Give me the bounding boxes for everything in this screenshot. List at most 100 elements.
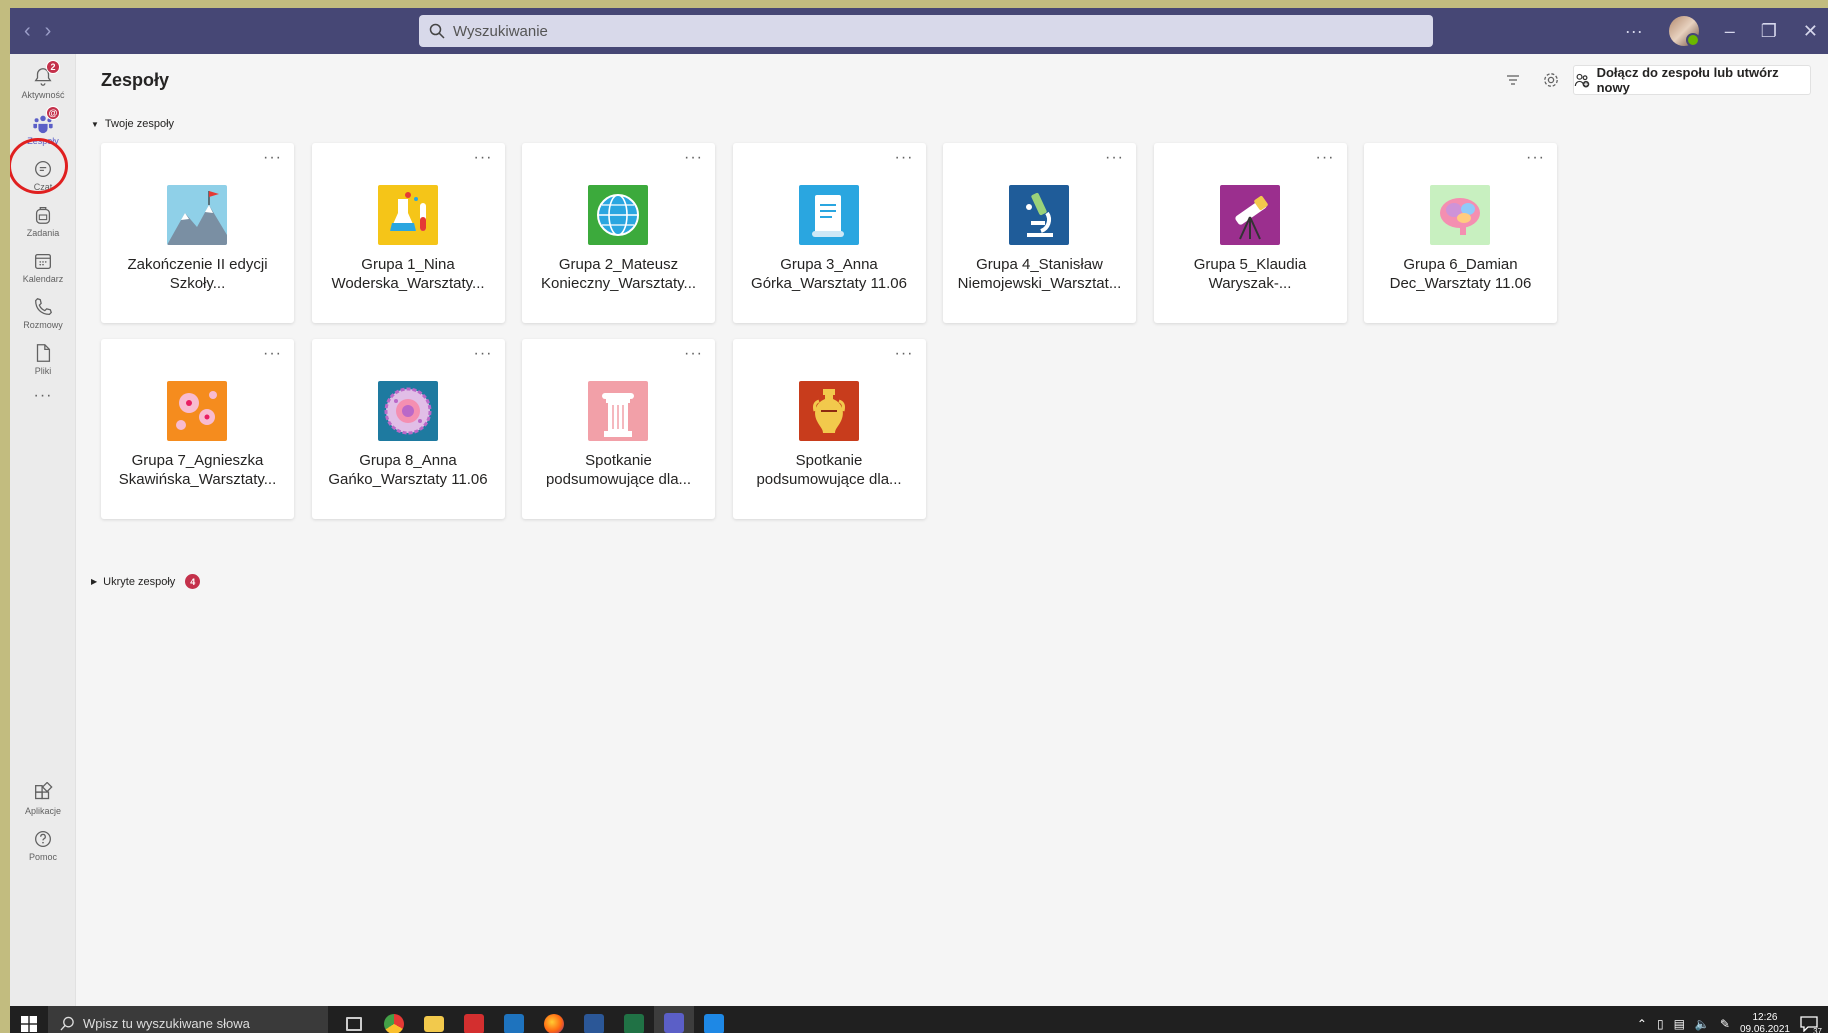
team-more-options-icon[interactable]: ··· [474, 149, 493, 167]
brain-icon [1430, 185, 1490, 245]
back-arrow-icon[interactable]: ‹ [24, 20, 31, 43]
start-button[interactable] [10, 1015, 48, 1032]
team-more-options-icon[interactable]: ··· [263, 345, 282, 363]
gear-icon[interactable] [1542, 71, 1560, 89]
mention-badge: @ [46, 106, 60, 120]
team-card[interactable]: ··· Spotkanie podsumowujące dla... [522, 339, 715, 519]
rail-item-calls[interactable]: Rozmowy [10, 288, 76, 338]
rail-item-more[interactable]: ··· [10, 376, 76, 416]
rail-label: Zadania [26, 228, 60, 238]
teams-taskbar-icon[interactable] [654, 1006, 694, 1033]
chevron-up-icon[interactable]: ⌃ [1637, 1017, 1647, 1031]
team-card[interactable]: ··· Grupa 4_Stanisław Niemojewski_Warszta… [943, 143, 1136, 323]
search-box[interactable]: Wyszukiwanie [419, 15, 1433, 47]
team-card[interactable]: ··· Grupa 3_Anna Górka_Warsztaty 11.06 [732, 143, 926, 323]
add-people-icon [1574, 73, 1590, 87]
network-icon[interactable]: ▤ [1674, 1017, 1685, 1031]
backpack-icon [35, 207, 51, 224]
team-card[interactable]: ··· Spotkanie podsumowujące dla... [732, 339, 926, 519]
rail-item-apps[interactable]: Aplikacje [10, 774, 76, 824]
lab-flask-icon [377, 185, 438, 245]
pen-icon[interactable]: ✎ [1720, 1017, 1730, 1031]
word-icon[interactable] [574, 1006, 614, 1033]
page-title: Zespoły [101, 70, 170, 90]
excel-icon[interactable] [614, 1006, 654, 1033]
rail-item-calendar[interactable]: Kalendarz [10, 242, 76, 292]
your-teams-section-header[interactable]: ▼ Twoje zespoły [91, 118, 174, 130]
team-name: Grupa 3_Anna Górka_Warsztaty 11.06 [751, 256, 907, 292]
close-icon[interactable]: ✕ [1803, 21, 1818, 42]
join-button-label: Dołącz do zespołu lub utwórz nowy [1596, 65, 1779, 95]
scroll-document-icon [798, 185, 859, 245]
teams-main: Zespoły Dołącz do zespołu lub utwórz now… [77, 54, 1828, 1006]
team-more-options-icon[interactable]: ··· [1526, 149, 1545, 167]
firefox-icon[interactable] [534, 1006, 574, 1033]
system-tray: ⌃ ▯ ▤ 🔈 ✎ 12:26 09.06.2021 37 [1637, 1006, 1828, 1033]
acrobat-icon[interactable] [454, 1006, 494, 1033]
amphora-icon [798, 381, 859, 441]
more-options-icon[interactable]: ··· [1625, 21, 1643, 42]
volume-icon[interactable]: 🔈 [1695, 1017, 1710, 1031]
forward-arrow-icon[interactable]: › [45, 20, 52, 43]
globe-icon [588, 185, 648, 245]
column-icon [588, 381, 648, 441]
rail-item-tasks[interactable]: Zadania [10, 196, 76, 246]
team-card[interactable]: ··· Grupa 1_Nina Woderska_Warsztaty... [311, 143, 505, 323]
notification-center-icon[interactable]: 37 [1800, 1015, 1822, 1033]
team-more-options-icon[interactable]: ··· [263, 149, 282, 167]
team-name: Grupa 2_Mateusz Konieczny_Warsztaty... [540, 256, 697, 292]
team-card[interactable]: ··· Grupa 6_Damian Dec_Warsztaty 11.06 [1364, 143, 1557, 323]
avatar[interactable] [1668, 16, 1700, 47]
window-controls: ··· – ❐ ✕ [1625, 8, 1828, 54]
team-more-options-icon[interactable]: ··· [895, 345, 914, 363]
rail-label: Pomoc [28, 852, 57, 862]
nav-arrows: ‹ › [24, 20, 51, 43]
team-name: Grupa 4_Stanisław Niemojewski_Warsztat..… [957, 256, 1122, 292]
rail-label: Aplikacje [24, 806, 62, 816]
battery-icon[interactable]: ▯ [1657, 1017, 1664, 1031]
team-more-options-icon[interactable]: ··· [1105, 149, 1124, 167]
cell-icon [377, 381, 438, 441]
team-more-options-icon[interactable]: ··· [684, 149, 703, 167]
team-card[interactable]: ··· Grupa 7_Agnieszka Skawińska_Warsztaty… [101, 339, 294, 519]
restore-icon[interactable]: ❐ [1761, 21, 1777, 42]
help-icon [35, 831, 51, 847]
taskbar-apps [334, 1006, 734, 1033]
clock[interactable]: 12:26 09.06.2021 [1740, 1012, 1790, 1033]
rail-label: Kalendarz [22, 274, 64, 284]
team-card[interactable]: ··· Zakończenie II edycji Szkoły... [101, 143, 294, 323]
minimize-icon[interactable]: – [1725, 21, 1735, 42]
apps-icon [35, 782, 53, 800]
team-more-options-icon[interactable]: ··· [895, 149, 914, 167]
rail-label: Aktywność [21, 90, 65, 100]
file-explorer-icon[interactable] [414, 1006, 454, 1033]
microscope-icon [1009, 185, 1069, 245]
caret-down-icon: ▼ [91, 119, 99, 129]
team-more-options-icon[interactable]: ··· [1316, 149, 1335, 167]
join-or-create-team-button[interactable]: Dołącz do zespołu lub utwórz nowy [1573, 65, 1811, 95]
hidden-teams-count-badge: 4 [185, 574, 201, 589]
media-player-icon[interactable] [694, 1006, 734, 1033]
team-card[interactable]: ··· Grupa 8_Anna Gańko_Warsztaty 11.06 [311, 339, 505, 519]
windows-taskbar: Wpisz tu wyszukiwane słowa ⌃ ▯ ▤ 🔈 ✎ 12:… [10, 1006, 1828, 1033]
chrome-icon[interactable] [374, 1006, 414, 1033]
phone-icon [35, 298, 52, 315]
hidden-teams-section-header[interactable]: ▶ Ukryte zespoły 4 [91, 574, 201, 589]
telescope-icon [1219, 185, 1280, 245]
team-more-options-icon[interactable]: ··· [474, 345, 493, 363]
task-view-icon[interactable] [334, 1006, 374, 1033]
filter-icon[interactable] [1504, 71, 1522, 89]
team-card[interactable]: ··· Grupa 5_Klaudia Waryszak-... [1153, 143, 1347, 323]
rail-item-help[interactable]: Pomoc [10, 820, 76, 870]
search-icon [60, 1016, 74, 1031]
team-more-options-icon[interactable]: ··· [684, 345, 703, 363]
team-name: Zakończenie II edycji Szkoły... [127, 256, 268, 292]
section-label: Twoje zespoły [104, 118, 175, 130]
section-label: Ukryte zespoły [103, 575, 176, 588]
team-name: Spotkanie podsumowujące dla... [756, 452, 902, 488]
app-rail: Aktywność 2 Zespoły @ Czat Zadania Kalen… [10, 54, 76, 1006]
rail-item-activity[interactable]: Aktywność 2 [10, 58, 76, 108]
outlook-icon[interactable] [494, 1006, 534, 1033]
team-card[interactable]: ··· Grupa 2_Mateusz Konieczny_Warsztaty..… [522, 143, 715, 323]
taskbar-search[interactable]: Wpisz tu wyszukiwane słowa [48, 1006, 328, 1033]
